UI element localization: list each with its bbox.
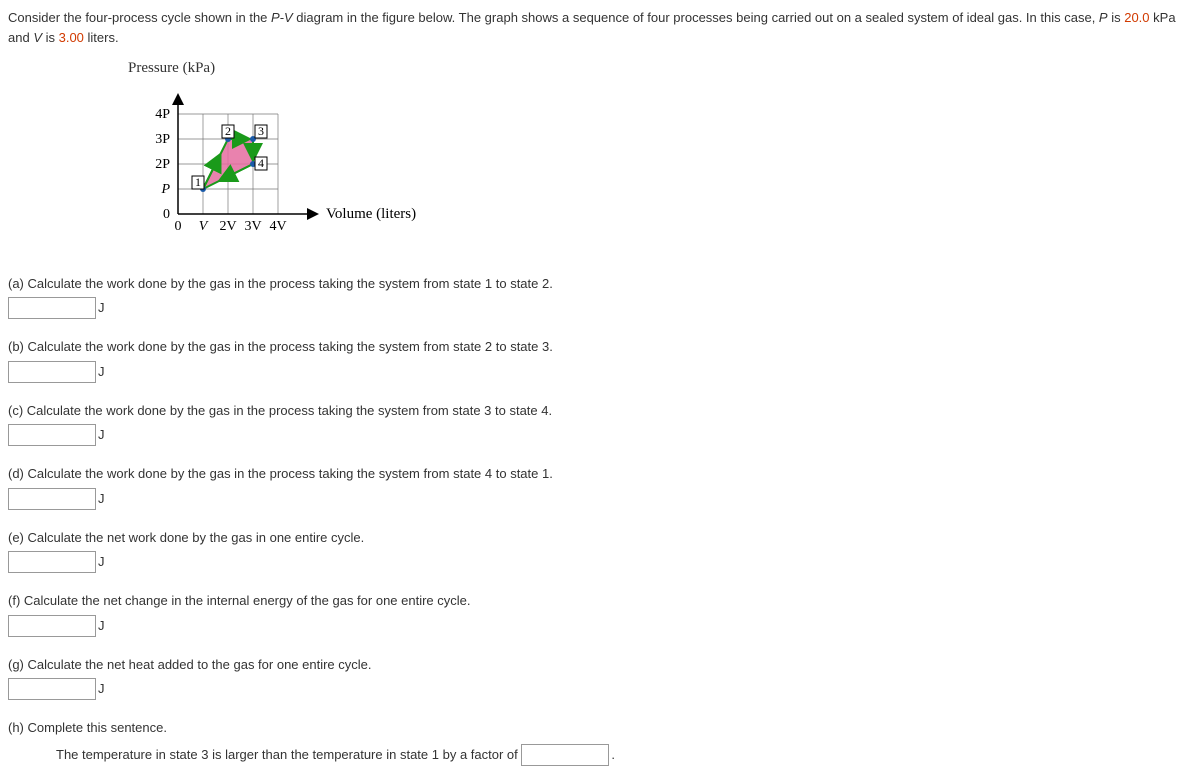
intro-text-6: liters.: [84, 30, 119, 45]
point-4-label: 4: [258, 156, 264, 170]
question-e: (e) Calculate the net work done by the g…: [8, 528, 1192, 548]
question-h-sentence: The temperature in state 3 is larger tha…: [56, 744, 1192, 766]
answer-h-input[interactable]: [521, 744, 609, 766]
point-2-label: 2: [225, 124, 231, 138]
unit-f: J: [98, 618, 105, 633]
v-value: 3.00: [59, 30, 84, 45]
pv-symbol: P-V: [271, 10, 293, 25]
question-c: (c) Calculate the work done by the gas i…: [8, 401, 1192, 421]
pv-diagram: Pressure (kPa) 4P 3P: [128, 57, 1192, 254]
question-f: (f) Calculate the net change in the inte…: [8, 591, 1192, 611]
question-g: (g) Calculate the net heat added to the …: [8, 655, 1192, 675]
question-d: (d) Calculate the work done by the gas i…: [8, 464, 1192, 484]
ytick-4P: 4P: [155, 107, 170, 122]
xtick-V: V: [199, 219, 209, 234]
ytick-3P: 3P: [155, 132, 170, 147]
question-a: (a) Calculate the work done by the gas i…: [8, 274, 1192, 294]
intro-text-1: Consider the four-process cycle shown in…: [8, 10, 271, 25]
answer-c-input[interactable]: [8, 424, 96, 446]
x-axis-title: Volume (liters): [326, 206, 416, 222]
unit-c: J: [98, 427, 105, 442]
question-b: (b) Calculate the work done by the gas i…: [8, 337, 1192, 357]
p-symbol: P: [1099, 10, 1108, 25]
intro-text-3: is: [1108, 10, 1125, 25]
answer-e-input[interactable]: [8, 551, 96, 573]
unit-d: J: [98, 491, 105, 506]
unit-a: J: [98, 300, 105, 315]
ytick-0: 0: [163, 207, 170, 222]
ytick-P: P: [160, 182, 170, 197]
h-sentence-pre: The temperature in state 3 is larger tha…: [56, 747, 521, 762]
y-axis-title: Pressure (kPa): [128, 57, 1192, 80]
answer-b-input[interactable]: [8, 361, 96, 383]
xtick-2V: 2V: [219, 219, 236, 234]
unit-b: J: [98, 364, 105, 379]
v-symbol: V: [33, 30, 42, 45]
problem-intro: Consider the four-process cycle shown in…: [8, 8, 1192, 47]
answer-a-input[interactable]: [8, 297, 96, 319]
point-3-label: 3: [258, 124, 264, 138]
question-h: (h) Complete this sentence.: [8, 718, 1192, 738]
xtick-0: 0: [175, 219, 182, 234]
xtick-4V: 4V: [269, 219, 286, 234]
xtick-3V: 3V: [244, 219, 261, 234]
unit-e: J: [98, 554, 105, 569]
pv-chart-svg: 4P 3P 2P P 0 0 V 2V 3V 4V Volume (liters…: [128, 84, 508, 254]
p-value: 20.0: [1124, 10, 1149, 25]
point-1-label: 1: [195, 175, 201, 189]
answer-f-input[interactable]: [8, 615, 96, 637]
unit-g: J: [98, 681, 105, 696]
h-sentence-post: .: [611, 747, 615, 762]
answer-d-input[interactable]: [8, 488, 96, 510]
ytick-2P: 2P: [155, 157, 170, 172]
intro-text-5: is: [42, 30, 59, 45]
intro-text-2: diagram in the figure below. The graph s…: [293, 10, 1099, 25]
answer-g-input[interactable]: [8, 678, 96, 700]
